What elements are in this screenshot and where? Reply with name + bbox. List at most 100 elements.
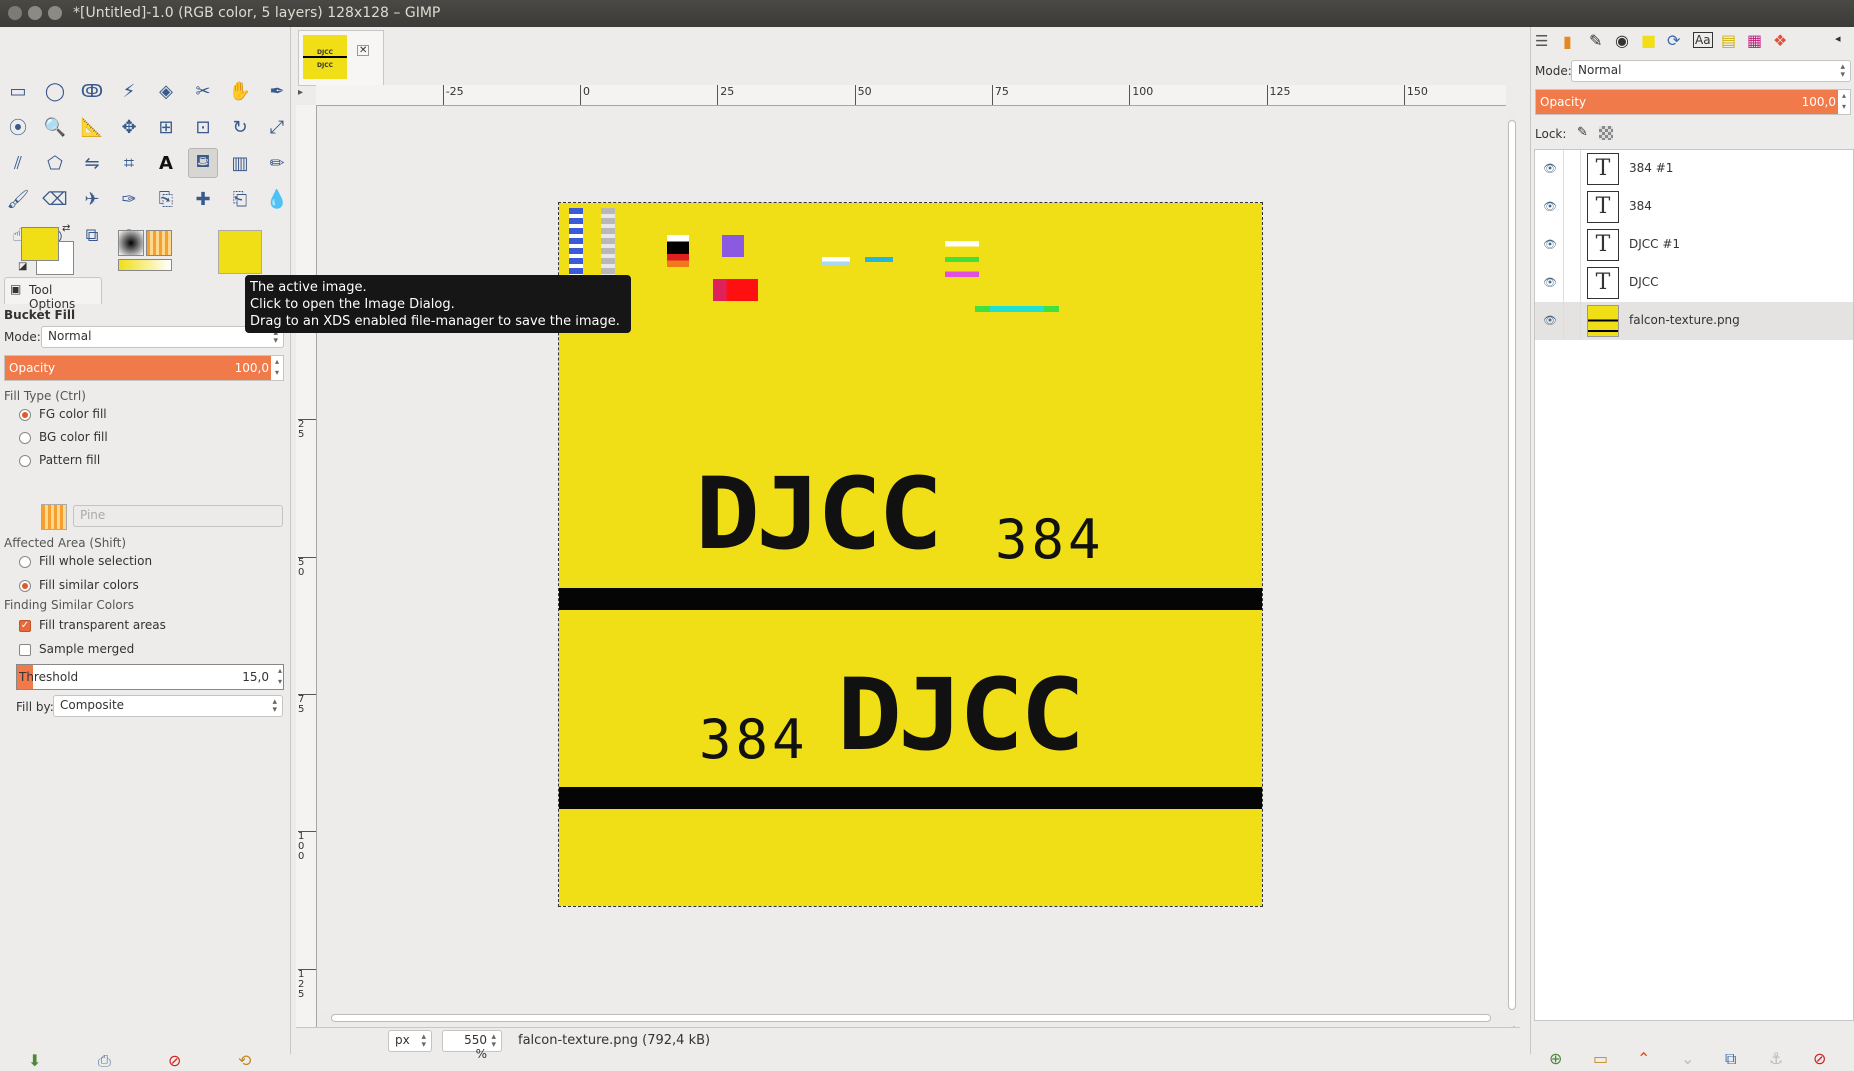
threshold-stepper-icon[interactable]: ▴ ▾ <box>278 665 282 687</box>
channels-tab-icon[interactable]: ▮ <box>1563 32 1572 51</box>
color-picker-tool-icon[interactable]: ⦿ <box>3 112 33 142</box>
dock-menu-icon[interactable]: ◂ <box>1835 32 1841 45</box>
layer-row[interactable]: 👁 falcon-texture.png <box>1535 302 1853 340</box>
chain-toggle[interactable] <box>1563 150 1581 188</box>
perspective-tool-icon[interactable]: ⬠ <box>40 148 70 178</box>
zoom-tool-icon[interactable]: 🔍 <box>40 112 70 142</box>
restore-options-icon[interactable]: ⎙ <box>98 1051 111 1071</box>
pattern-preview[interactable] <box>146 230 172 256</box>
default-colors-icon[interactable]: ◪ <box>18 261 27 272</box>
layers-tab-icon[interactable]: ☰ <box>1535 32 1548 50</box>
eraser-tool-icon[interactable]: ⌫ <box>40 184 70 214</box>
maximize-window-button[interactable] <box>48 6 62 20</box>
threshold-slider[interactable]: Threshold 15,0 ▴ ▾ <box>16 664 284 690</box>
new-layer-icon[interactable]: ⊕ <box>1549 1049 1562 1068</box>
gradient-preview[interactable] <box>118 259 172 271</box>
fonts-tab-icon[interactable]: Aa <box>1693 32 1713 48</box>
clone-tool-icon[interactable]: ⎘ <box>151 184 181 214</box>
opacity-slider[interactable]: Opacity 100,0 ▴ ▾ <box>4 355 284 381</box>
layer-row[interactable]: 👁 T DJCC #1 <box>1535 226 1853 264</box>
fill-by-dropdown[interactable]: Composite ▴ ▾ <box>53 695 283 717</box>
shear-tool-icon[interactable]: ⫽ <box>3 148 33 178</box>
fuzzy-select-tool-icon[interactable]: ⚡ <box>114 76 144 106</box>
horizontal-scroll-thumb[interactable] <box>331 1014 1491 1022</box>
blur-tool-icon[interactable]: 💧 <box>262 184 292 214</box>
active-image-thumbnail[interactable] <box>218 230 262 274</box>
fg-color-tab-icon[interactable]: ■ <box>1641 31 1656 50</box>
eye-icon[interactable]: 👁 <box>1543 314 1557 327</box>
zoom-dropdown[interactable]: 550 % ▴ ▾ <box>442 1030 502 1061</box>
raise-layer-icon[interactable]: ⌃ <box>1637 1049 1650 1068</box>
layer-mode-dropdown[interactable]: Normal ▴ ▾ <box>1571 60 1851 82</box>
swap-colors-icon[interactable]: ⇄ <box>62 223 70 234</box>
duplicate-layer-icon[interactable]: ⧉ <box>1725 1049 1736 1069</box>
pattern-fill-radio[interactable] <box>19 455 31 467</box>
levels-tool-icon[interactable]: ⧉ <box>77 220 107 250</box>
chain-toggle[interactable] <box>1563 302 1581 340</box>
unit-dropdown[interactable]: px ▴ ▾ <box>388 1030 432 1052</box>
image-canvas[interactable]: DJCC 384 384 DJCC <box>558 202 1263 907</box>
tab-tool-options[interactable]: ▣ Tool Options <box>4 277 102 311</box>
ellipse-select-tool-icon[interactable]: ◯ <box>40 76 70 106</box>
vertical-scrollbar[interactable] <box>1506 106 1518 1027</box>
free-select-tool-icon[interactable]: ↂ <box>77 76 107 106</box>
eye-icon[interactable]: 👁 <box>1543 238 1557 251</box>
brushes-tab-icon[interactable]: ◉ <box>1615 31 1629 50</box>
rotate-tool-icon[interactable]: ↻ <box>225 112 255 142</box>
heal-tool-icon[interactable]: ✚ <box>188 184 218 214</box>
scale-tool-icon[interactable]: ⤢ <box>262 112 292 142</box>
anchor-layer-icon[interactable]: ⚓ <box>1769 1049 1783 1068</box>
layer-opacity-stepper-icon[interactable]: ▴ ▾ <box>1838 90 1850 114</box>
new-layer-group-icon[interactable]: ▭ <box>1593 1049 1608 1068</box>
delete-layer-icon[interactable]: ⊘ <box>1813 1049 1826 1068</box>
palettes-tab-icon[interactable]: ▦ <box>1747 31 1762 50</box>
fill-whole-selection-radio[interactable] <box>19 556 31 568</box>
scissors-tool-icon[interactable]: ✂ <box>188 76 218 106</box>
blend-tool-icon[interactable]: ▥ <box>225 148 255 178</box>
close-window-button[interactable] <box>8 6 22 20</box>
chain-toggle[interactable] <box>1563 226 1581 264</box>
horizontal-scrollbar[interactable] <box>317 1012 1506 1024</box>
move-tool-icon[interactable]: ✥ <box>114 112 144 142</box>
bg-fill-radio[interactable] <box>19 432 31 444</box>
layer-row[interactable]: 👁 T 384 #1 <box>1535 150 1853 188</box>
paths-tab-icon[interactable]: ✎ <box>1589 31 1602 50</box>
brush-preview[interactable] <box>118 230 144 256</box>
flip-tool-icon[interactable]: ⇋ <box>77 148 107 178</box>
layer-row[interactable]: 👁 T DJCC <box>1535 264 1853 302</box>
eye-icon[interactable]: 👁 <box>1543 276 1557 289</box>
cage-tool-icon[interactable]: ⌗ <box>114 148 144 178</box>
layer-opacity-slider[interactable]: Opacity 100,0 ▴ ▾ <box>1535 89 1851 115</box>
chain-toggle[interactable] <box>1563 188 1581 226</box>
image-tab[interactable]: DJCC DJCC ✕ <box>298 30 384 86</box>
fill-similar-colors-radio[interactable] <box>19 580 31 592</box>
measure-tool-icon[interactable]: 📐 <box>77 112 107 142</box>
text-tool-icon[interactable]: A <box>151 148 181 178</box>
fg-fill-radio[interactable] <box>19 409 31 421</box>
pencil-tool-icon[interactable]: ✏ <box>262 148 292 178</box>
lock-alpha-icon[interactable] <box>1599 126 1613 140</box>
lower-layer-icon[interactable]: ⌄ <box>1681 1049 1694 1068</box>
paintbrush-tool-icon[interactable]: 🖌 <box>3 184 33 214</box>
foreground-select-tool-icon[interactable]: ✋ <box>225 76 255 106</box>
pattern-swatch[interactable] <box>41 504 67 530</box>
rect-select-tool-icon[interactable]: ▭ <box>3 76 33 106</box>
fill-transparent-checkbox[interactable]: ✓ <box>19 620 31 632</box>
opacity-stepper-icon[interactable]: ▴ ▾ <box>271 356 283 380</box>
fg-color-swatch[interactable] <box>21 227 59 261</box>
lock-pixels-icon[interactable]: ✎ <box>1577 125 1588 140</box>
minimize-window-button[interactable] <box>28 6 42 20</box>
crop-tool-icon[interactable]: ⊡ <box>188 112 218 142</box>
eye-icon[interactable]: 👁 <box>1543 200 1557 213</box>
layer-row[interactable]: 👁 T 384 <box>1535 188 1853 226</box>
gradients-tab-icon[interactable]: ▤ <box>1721 31 1736 50</box>
paths-tool-icon[interactable]: ✒ <box>262 76 292 106</box>
color-select-tool-icon[interactable]: ◈ <box>151 76 181 106</box>
bucket-fill-tool-icon[interactable]: ⛾ <box>188 148 218 178</box>
align-tool-icon[interactable]: ⊞ <box>151 112 181 142</box>
chain-toggle[interactable] <box>1563 264 1581 302</box>
close-tab-icon[interactable]: ✕ <box>357 45 370 56</box>
airbrush-tool-icon[interactable]: ✈ <box>77 184 107 214</box>
perspective-clone-tool-icon[interactable]: ⎗ <box>225 184 255 214</box>
sample-merged-checkbox[interactable] <box>19 644 31 656</box>
